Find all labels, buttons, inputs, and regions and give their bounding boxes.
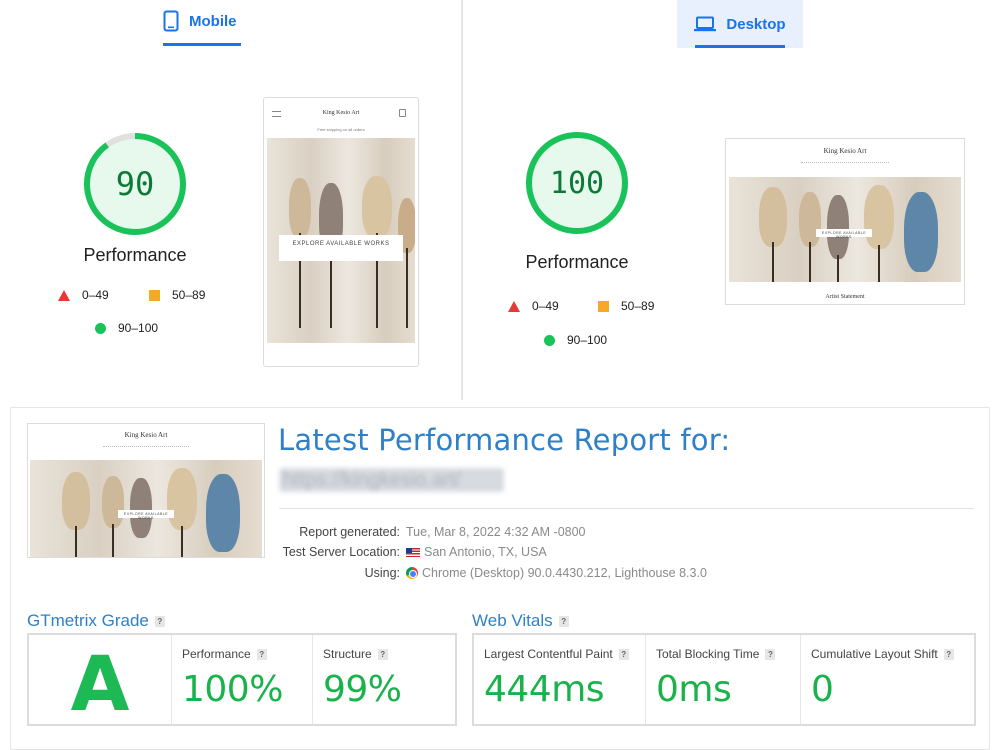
thumbnail-title: King Kesio Art — [124, 431, 168, 439]
mobile-preview-cta: EXPLORE AVAILABLE WORKS — [279, 235, 403, 261]
cls-label-text: Cumulative Layout Shift — [811, 647, 938, 661]
tab-mobile-label: Mobile — [189, 12, 237, 30]
mobile-legend-average: 50–89 — [149, 288, 205, 302]
us-flag-icon — [406, 547, 420, 557]
triangle-icon — [58, 289, 70, 301]
desktop-legend-poor: 0–49 — [508, 299, 559, 313]
square-icon — [598, 300, 609, 312]
meta-location-val: San Antonio, TX, USA — [424, 545, 547, 559]
panel-divider — [461, 0, 463, 400]
structure-cell: Structure ? 99% — [313, 635, 455, 724]
tab-mobile[interactable]: Mobile — [163, 6, 241, 46]
meta-generated-val: Tue, Mar 8, 2022 4:32 AM -0800 — [406, 525, 586, 539]
performance-value: 100% — [182, 669, 283, 710]
desktop-screenshot: King Kesio Art EXPLORE AVAILABLE WORKS A… — [725, 138, 965, 305]
performance-label-text: Performance — [182, 647, 251, 661]
meta-server-location: Test Server Location: San Antonio, TX, U… — [271, 545, 547, 559]
desktop-legend-average: 50–89 — [598, 299, 654, 313]
vitals-title-text: Web Vitals — [472, 611, 553, 630]
help-icon[interactable]: ? — [558, 615, 569, 627]
meta-using-key: Using: — [364, 566, 400, 580]
tab-desktop-label: Desktop — [726, 15, 786, 33]
vitals-section-title: Web Vitals ? — [472, 611, 569, 631]
grade-box: A Performance ? 100% Structure ? 99% — [27, 633, 457, 728]
desktop-preview-title: King Kesio Art — [823, 147, 867, 155]
performance-label: Performance ? — [182, 647, 267, 661]
grade-title-text: GTmetrix Grade — [27, 611, 149, 630]
desktop-preview-footer: Artist Statement — [825, 294, 865, 300]
mobile-legend-poor: 0–49 — [58, 288, 109, 302]
help-icon[interactable]: ? — [377, 648, 388, 660]
performance-cell: Performance ? 100% — [172, 635, 313, 724]
mobile-score: 90 — [115, 165, 155, 203]
legend-good-label: 90–100 — [118, 321, 159, 335]
legend-poor-label: 0–49 — [532, 299, 559, 313]
circle-icon — [544, 334, 555, 346]
tab-desktop-underline — [695, 45, 785, 48]
legend-good-label: 90–100 — [567, 333, 608, 347]
mobile-legend-good: 90–100 — [95, 321, 158, 335]
legend-poor-label: 0–49 — [82, 288, 109, 302]
lighthouse-panel: Mobile Desktop 90 Performance 0–49 50–89… — [0, 0, 1000, 400]
tab-desktop[interactable]: Desktop — [677, 0, 803, 48]
cls-label: Cumulative Layout Shift ? — [811, 647, 954, 661]
meta-location-key: Test Server Location: — [282, 545, 400, 559]
legend-average-label: 50–89 — [172, 288, 206, 302]
help-icon[interactable]: ? — [765, 648, 776, 660]
structure-label: Structure ? — [323, 647, 388, 661]
cls-cell: Cumulative Layout Shift ? 0 — [801, 635, 974, 724]
help-icon[interactable]: ? — [154, 615, 165, 627]
desktop-score-gauge: 100 — [522, 128, 632, 238]
cls-value: 0 — [811, 669, 834, 710]
heading-divider — [279, 508, 974, 509]
help-icon[interactable]: ? — [256, 648, 267, 660]
grade-section-title: GTmetrix Grade ? — [27, 611, 165, 631]
lcp-value: 444ms — [484, 669, 605, 710]
legend-average-label: 50–89 — [621, 299, 655, 313]
thumbnail-cta: EXPLORE AVAILABLE WORKS — [118, 510, 174, 520]
report-url[interactable]: https://kingkesio.art/ — [279, 468, 504, 492]
square-icon — [149, 289, 160, 301]
structure-value: 99% — [323, 669, 402, 710]
circle-icon — [95, 322, 106, 334]
meta-report-generated: Report generated: Tue, Mar 8, 2022 4:32 … — [271, 525, 586, 539]
mobile-preview-title: King Kesio Art — [322, 110, 360, 116]
desktop-score-label: Performance — [525, 252, 629, 272]
help-icon[interactable]: ? — [618, 648, 629, 660]
chrome-icon — [406, 567, 418, 579]
desktop-preview-cta: EXPLORE AVAILABLE WORKS — [816, 229, 872, 239]
triangle-icon — [508, 300, 520, 312]
mobile-score-label: Performance — [83, 245, 187, 265]
help-icon[interactable]: ? — [943, 648, 954, 660]
meta-generated-key: Report generated: — [299, 525, 400, 539]
desktop-score: 100 — [549, 165, 605, 201]
tbt-value: 0ms — [656, 669, 732, 710]
grade-letter: A — [70, 639, 130, 728]
mobile-preview-banner: Free shipping on all orders — [317, 127, 365, 132]
laptop-icon — [694, 16, 717, 32]
meta-using-val: Chrome (Desktop) 90.0.4430.212, Lighthou… — [422, 566, 707, 580]
tab-mobile-underline — [163, 43, 241, 46]
tbt-label-text: Total Blocking Time — [656, 647, 760, 661]
tbt-cell: Total Blocking Time ? 0ms — [646, 635, 801, 724]
thumbnail-artwork — [30, 460, 262, 557]
grade-cell: A — [29, 635, 172, 728]
report-heading: Latest Performance Report for: — [278, 423, 731, 457]
structure-label-text: Structure — [323, 647, 372, 661]
desktop-legend-good: 90–100 — [544, 333, 607, 347]
page: Mobile Desktop 90 Performance 0–49 50–89… — [0, 0, 1000, 750]
phone-icon — [163, 10, 179, 32]
lcp-cell: Largest Contentful Paint ? 444ms — [474, 635, 646, 724]
report-thumbnail: King Kesio Art EXPLORE AVAILABLE WORKS — [27, 423, 265, 558]
lcp-label: Largest Contentful Paint ? — [484, 647, 629, 661]
lcp-label-text: Largest Contentful Paint — [484, 647, 613, 661]
tbt-label: Total Blocking Time ? — [656, 647, 776, 661]
vitals-box: Largest Contentful Paint ? 444ms Total B… — [472, 633, 976, 726]
mobile-score-gauge: 90 — [80, 129, 190, 239]
mobile-screenshot: King Kesio Art Free shipping on all orde… — [263, 97, 419, 367]
gtmetrix-panel: King Kesio Art EXPLORE AVAILABLE WORKS L… — [10, 407, 990, 750]
meta-using: Using: Chrome (Desktop) 90.0.4430.212, L… — [271, 566, 707, 580]
